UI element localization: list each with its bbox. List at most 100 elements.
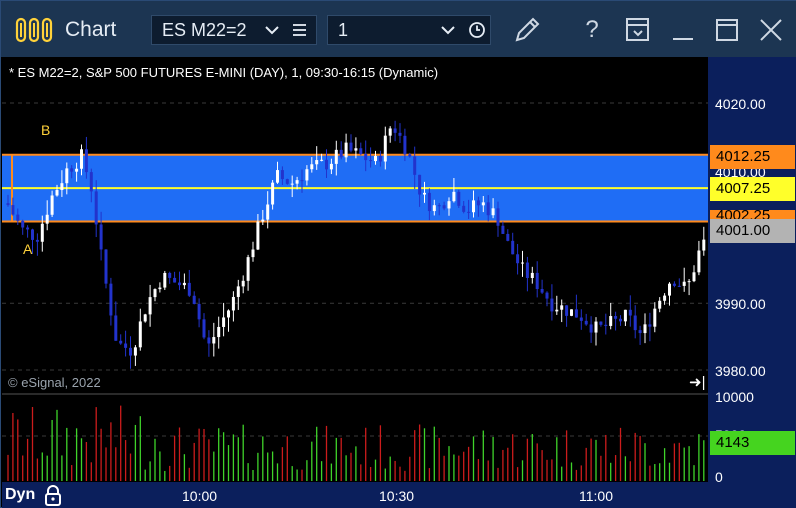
price-bar-body <box>697 250 701 273</box>
price-bar-body <box>99 224 103 250</box>
price-bar-body <box>6 203 10 206</box>
price-bar-body <box>521 262 524 264</box>
price-bar-body <box>359 148 363 155</box>
price-bar-body <box>266 204 270 220</box>
price-bar-body <box>217 326 221 338</box>
time-label: 11:00 <box>579 488 613 504</box>
price-bar-body <box>84 149 88 173</box>
price-bar-body <box>344 142 348 158</box>
price-bar-body <box>60 183 64 191</box>
interval-select[interactable]: 1 <box>327 15 491 45</box>
price-bar-body <box>329 163 333 170</box>
price-bar-body <box>325 159 328 170</box>
price-bar-body <box>70 168 74 172</box>
price-bar-body <box>668 283 671 296</box>
price-bar-body <box>320 159 324 161</box>
price-bar-body <box>197 303 201 320</box>
price-bar-body <box>148 297 152 315</box>
price-bar-body <box>599 321 603 325</box>
price-tick: 3990.00 <box>715 296 766 312</box>
price-bar-body <box>285 179 289 184</box>
price-bar-body <box>300 180 304 182</box>
pencil-icon[interactable] <box>512 15 542 45</box>
price-bar-body <box>594 321 598 333</box>
chevron-down-icon[interactable] <box>264 23 280 37</box>
title-bar: Chart ES M22=2 1 ? <box>1 1 796 57</box>
close-icon[interactable] <box>756 15 786 45</box>
price-bar-body <box>457 191 461 206</box>
price-bar-body <box>658 300 662 309</box>
price-bar-body <box>119 340 123 344</box>
price-bar-body <box>305 169 309 181</box>
volume-tag: 4143 <box>710 431 795 455</box>
price-bar-body <box>653 308 657 327</box>
minimize-icon[interactable] <box>668 15 698 45</box>
price-bar-body <box>525 262 529 278</box>
price-bar-body <box>246 257 250 281</box>
price-bar-body <box>236 286 240 297</box>
price-bar-body <box>231 296 235 311</box>
price-bar-body <box>442 205 446 209</box>
clock-icon[interactable] <box>468 21 486 39</box>
time-label: 10:00 <box>182 488 218 504</box>
price-bar-body <box>173 277 177 283</box>
price-bar-body <box>633 315 637 331</box>
price-bar-body <box>467 211 471 213</box>
help-icon[interactable]: ? <box>577 15 607 45</box>
price-bar-body <box>276 170 279 183</box>
chevron-down-icon[interactable] <box>440 23 456 37</box>
price-volume-plot[interactable] <box>2 57 708 482</box>
price-bar-body <box>31 229 34 240</box>
marker-b: B <box>41 122 51 138</box>
price-bar-body <box>75 168 79 172</box>
price-bar-body <box>702 239 706 251</box>
price-bar-body <box>462 205 466 212</box>
price-tag-mid: 4007.25 <box>710 177 795 201</box>
price-bar-body <box>432 205 436 212</box>
price-tick: 3980.00 <box>715 363 766 379</box>
price-bar-body <box>418 174 422 195</box>
dyn-label[interactable]: Dyn <box>5 486 35 504</box>
price-tag-last: 4001.00 <box>710 219 795 243</box>
chart-canvas[interactable] <box>2 57 708 482</box>
chart-window: Chart ES M22=2 1 ? * ES M22=2, S&P 500 F… <box>0 0 796 508</box>
price-bar-body <box>383 135 387 162</box>
price-bar-body <box>207 337 211 344</box>
price-bar-body <box>349 142 353 151</box>
price-bar-body <box>496 208 500 226</box>
save-template-icon[interactable] <box>623 15 653 45</box>
price-bar-body <box>114 315 118 341</box>
price-bar-body <box>109 283 113 316</box>
price-bar-body <box>153 289 157 298</box>
price-bar-body <box>65 168 69 184</box>
price-bar-body <box>182 282 186 286</box>
price-bar-body <box>315 160 319 165</box>
price-tick: 4020.00 <box>715 96 766 112</box>
go-to-end-icon[interactable]: ➜| <box>689 373 705 391</box>
chart-header: * ES M22=2, S&P 500 FUTURES E-MINI (DAY)… <box>9 65 439 80</box>
price-bar-body <box>393 128 397 133</box>
price-bar-body <box>138 321 142 348</box>
hamburger-icon[interactable] <box>292 23 308 37</box>
price-bar-body <box>427 192 431 212</box>
price-bar-body <box>648 324 652 327</box>
price-bar-body <box>50 195 54 215</box>
price-bar-body <box>133 347 137 356</box>
price-bar-body <box>643 324 647 334</box>
price-bar-body <box>16 214 20 221</box>
price-bar-body <box>158 287 162 290</box>
marker-a: A <box>23 241 33 257</box>
price-bar-body <box>295 180 299 184</box>
time-label: 10:30 <box>379 488 415 504</box>
price-bar-body <box>589 324 593 333</box>
maximize-icon[interactable] <box>712 15 742 45</box>
interval-select-value: 1 <box>338 20 349 40</box>
price-bar-body <box>628 309 632 316</box>
price-bar-body <box>535 272 539 289</box>
price-bar-body <box>638 330 642 334</box>
lock-icon[interactable] <box>44 484 62 506</box>
price-bar-body <box>192 295 196 304</box>
price-bar-body <box>354 148 358 151</box>
symbol-select[interactable]: ES M22=2 <box>151 15 317 45</box>
price-bar-body <box>501 225 505 234</box>
